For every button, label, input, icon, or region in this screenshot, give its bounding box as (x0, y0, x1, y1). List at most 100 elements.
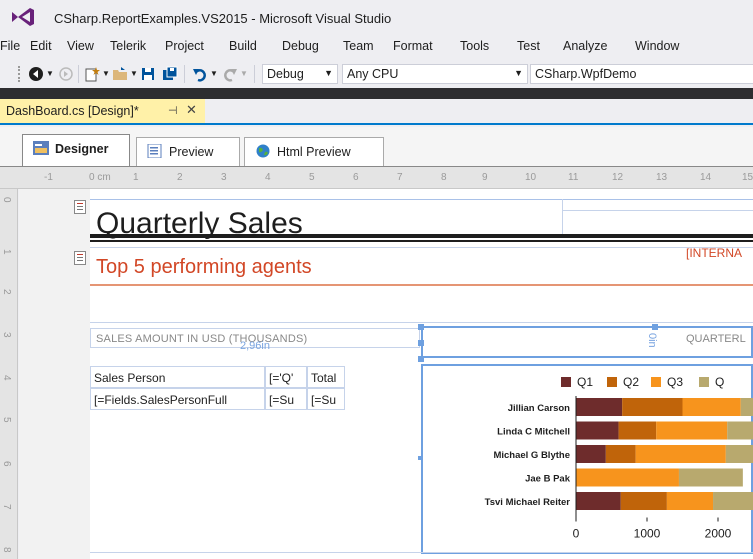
table-cell-total[interactable]: [=Su (307, 388, 345, 410)
undo-dropdown-icon[interactable]: ▼ (210, 69, 218, 78)
ruler-tick: 11 (568, 172, 579, 183)
category-label: Tsvi Michael Reiter (485, 497, 571, 508)
ruler-tick: 14 (700, 172, 712, 183)
resize-handle[interactable] (418, 324, 424, 330)
tab-preview[interactable]: Preview (136, 137, 240, 167)
menu-format[interactable]: Format (393, 39, 433, 53)
chevron-down-icon: ▼ (324, 68, 333, 78)
menu-view[interactable]: View (67, 39, 94, 53)
table-header-quarter[interactable]: [='Q' (265, 366, 307, 388)
section-report-icon[interactable] (74, 200, 86, 214)
legend-swatch (607, 377, 617, 387)
menu-test[interactable]: Test (517, 39, 540, 53)
menu-tools[interactable]: Tools (460, 39, 489, 53)
tab-preview-label: Preview (169, 145, 214, 159)
legend-swatch (651, 377, 661, 387)
ruler-tick: 5 (1, 417, 12, 423)
menu-project[interactable]: Project (165, 39, 204, 53)
tab-html-preview[interactable]: Html Preview (244, 137, 384, 167)
table-header-total[interactable]: Total (307, 366, 345, 388)
ruler-tick: 15 (742, 172, 753, 183)
ruler-tick: 5 (309, 172, 315, 183)
ruler-tick: 0 cm (89, 172, 111, 183)
ruler-tick: 7 (1, 504, 12, 510)
ruler-tick: 3 (1, 332, 12, 338)
new-dropdown-icon[interactable]: ▼ (102, 69, 110, 78)
menu-analyze[interactable]: Analyze (563, 39, 607, 53)
resize-handle[interactable] (418, 340, 424, 346)
menu-edit[interactable]: Edit (30, 39, 52, 53)
back-dropdown-icon[interactable]: ▼ (46, 69, 54, 78)
legend-entry: Q2 (623, 375, 639, 389)
save-all-icon[interactable] (162, 66, 178, 82)
document-tab-dashboard[interactable]: DashBoard.cs [Design]* ⊣ ✕ (0, 99, 205, 123)
ruler-tick: 2 (177, 172, 183, 183)
ruler-tick: 13 (656, 172, 668, 183)
chevron-down-icon: ▼ (514, 68, 523, 78)
toolbar-separator (184, 65, 185, 83)
report-subtitle[interactable]: Top 5 performing agents (96, 256, 312, 279)
section-report-icon[interactable] (74, 251, 86, 265)
back-icon[interactable] (28, 66, 44, 82)
bar-segment (682, 398, 741, 416)
table-cell-sales-person[interactable]: [=Fields.SalesPersonFull (90, 388, 265, 410)
solution-platform-value: Any CPU (347, 67, 399, 81)
menu-bar: File Edit View Telerik Project Build Deb… (0, 36, 753, 58)
ruler-tick: 6 (353, 172, 359, 183)
tab-designer[interactable]: Designer (22, 134, 130, 167)
menu-build[interactable]: Build (229, 39, 257, 53)
table-header-sales-person[interactable]: Sales Person (90, 366, 265, 388)
ruler-tick: 1 (1, 249, 12, 255)
menu-debug[interactable]: Debug (282, 39, 319, 53)
legend-entry: Q (715, 375, 724, 389)
table-cell-quarter[interactable]: [=Su (265, 388, 307, 410)
ruler-tick: 6 (1, 461, 12, 467)
preview-icon (147, 144, 162, 158)
solution-configuration-combo[interactable]: Debug ▼ (262, 64, 338, 84)
solution-configuration-value: Debug (267, 67, 304, 81)
menu-file[interactable]: File (0, 39, 20, 53)
new-project-icon[interactable] (84, 66, 100, 82)
toolbar-separator (254, 65, 255, 83)
ruler-tick: 8 (1, 547, 12, 553)
resize-handle[interactable] (652, 324, 658, 330)
document-tab-strip: DashBoard.cs [Design]* ⊣ ✕ (0, 99, 753, 125)
open-folder-icon[interactable] (112, 66, 128, 82)
bar-segment (605, 445, 636, 463)
standard-toolbar: ▼ ▼ ▼ ▼ ▼ Debug ▼ Any CPU ▼ CSharp.WpfDe… (0, 60, 753, 88)
bar-segment (727, 421, 753, 440)
menu-window[interactable]: Window (635, 39, 679, 53)
solution-platform-combo[interactable]: Any CPU ▼ (342, 64, 528, 84)
category-label: Linda C Mitchell (497, 427, 570, 438)
ruler-tick: 4 (265, 172, 271, 183)
section-border (90, 247, 753, 248)
internal-label[interactable]: [INTERNA (686, 246, 742, 260)
undo-icon[interactable] (192, 66, 208, 82)
section-border (90, 322, 753, 323)
pin-icon[interactable]: ⊣ (168, 104, 178, 117)
forward-icon[interactable] (58, 66, 74, 82)
horizontal-ruler: -1 0 cm 1 2 3 4 5 6 7 8 9 10 11 12 13 14… (0, 167, 753, 189)
bar-segment (678, 468, 743, 487)
toolbar-divider (0, 88, 753, 99)
save-icon[interactable] (140, 66, 156, 82)
ruler-tick: -1 (44, 172, 53, 183)
resize-handle[interactable] (418, 356, 424, 362)
startup-project-value: CSharp.WpfDemo (535, 67, 637, 81)
legend-swatch (699, 377, 709, 387)
subtitle-rule (90, 284, 753, 286)
open-dropdown-icon[interactable]: ▼ (130, 69, 138, 78)
width-readout: 2,96in (240, 340, 270, 352)
ruler-tick: 2 (1, 289, 12, 295)
close-icon[interactable]: ✕ (186, 102, 197, 118)
startup-project-combo[interactable]: CSharp.WpfDemo (530, 64, 753, 84)
report-designer-tab-bar: Designer Preview Html Preview (0, 127, 753, 167)
ruler-tick: 8 (441, 172, 447, 183)
redo-dropdown-icon[interactable]: ▼ (240, 69, 248, 78)
menu-telerik[interactable]: Telerik (110, 39, 146, 53)
bar-segment (576, 445, 606, 463)
chart-plot: Q1 Q2 Q3 Q Jillian Carson Linda C Mitchell Mic… (485, 375, 753, 541)
legend-swatch (561, 377, 571, 387)
menu-team[interactable]: Team (343, 39, 374, 53)
redo-icon[interactable] (222, 66, 238, 82)
